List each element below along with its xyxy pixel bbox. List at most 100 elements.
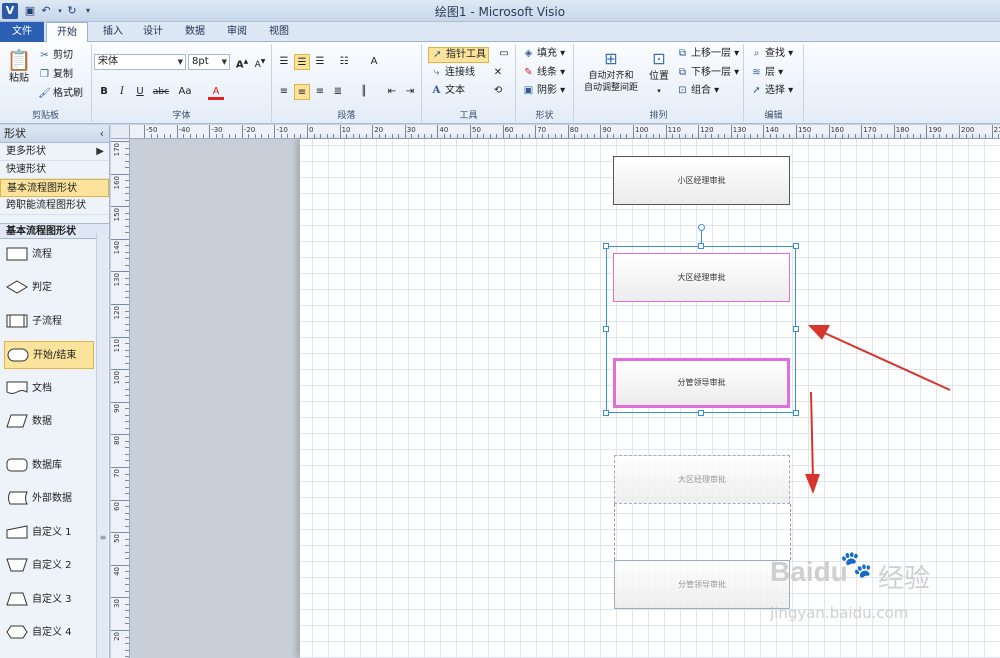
format-painter-button[interactable]: 🖌 格式刷 <box>38 87 83 101</box>
fill-button[interactable]: ◈ 填充 ▾ <box>522 47 566 61</box>
tab-data[interactable]: 数据 <box>178 22 212 42</box>
align-left-icon[interactable]: ≡ <box>276 84 292 100</box>
ruler-minor-tick <box>815 134 817 138</box>
ruler-minor-tick <box>724 134 726 138</box>
tab-view[interactable]: 视图 <box>262 22 296 42</box>
justify-icon[interactable]: ≣ <box>330 84 346 100</box>
strikethrough-button[interactable]: abc <box>150 84 172 100</box>
align-right-icon[interactable]: ≡ <box>312 84 328 100</box>
bring-forward-label: 上移一层 <box>691 48 731 59</box>
shape-data[interactable]: 数据 <box>4 408 94 436</box>
tab-file[interactable]: 文件 <box>0 22 44 42</box>
line-button[interactable]: ✎ 线条 ▾ <box>522 66 565 80</box>
text-tool-button[interactable]: A 文本 <box>430 84 465 98</box>
auto-align-button[interactable]: ⊞ 自动对齐和 自动调整间距 <box>578 48 644 94</box>
grow-font-icon[interactable]: A▲ <box>234 54 250 70</box>
tab-home[interactable]: 开始 <box>46 22 88 43</box>
bring-forward-button[interactable]: ⧉ 上移一层 ▾ <box>676 47 739 61</box>
align-center-icon[interactable]: ≡ <box>294 84 310 100</box>
text-rotate-icon[interactable]: A <box>366 54 382 70</box>
connector-button[interactable]: ⤷ 连接线 <box>430 66 475 80</box>
bold-button[interactable]: B <box>96 84 112 100</box>
change-case-button[interactable]: Aa <box>174 84 196 100</box>
shape-process[interactable]: 流程 <box>4 241 94 269</box>
ruler-minor-tick <box>685 134 687 138</box>
layer-button[interactable]: ≋ 层 ▾ <box>750 66 783 80</box>
ruler-tick <box>339 125 341 138</box>
tab-design[interactable]: 设计 <box>136 22 170 42</box>
group-icon: ⊡ <box>678 85 687 96</box>
cut-button[interactable]: ✂ 剪切 <box>38 49 73 63</box>
ruler-minor-tick <box>125 356 129 358</box>
send-backward-label: 下移一层 <box>691 67 731 78</box>
position-button[interactable]: ⊡ 位置 ▾ <box>646 48 672 98</box>
italic-button[interactable]: I <box>114 84 130 100</box>
basic-flowchart-stencil[interactable]: 基本流程图形状 <box>0 179 109 197</box>
shape-custom-2[interactable]: 自定义 2 <box>4 552 94 580</box>
flowchart-box[interactable]: 小区经理审批 <box>613 156 790 205</box>
shapes-pane-scrollbar[interactable]: ≡ <box>96 233 108 658</box>
font-color-button[interactable]: A <box>208 84 224 100</box>
tab-review[interactable]: 审阅 <box>220 22 254 42</box>
text-direction-icon[interactable]: ║ <box>356 84 372 100</box>
font-name-select[interactable]: 宋体 ▼ <box>94 54 186 70</box>
resize-handle[interactable] <box>793 243 799 249</box>
shadow-button[interactable]: ▣ 阴影 ▾ <box>522 84 565 98</box>
send-backward-button[interactable]: ⧉ 下移一层 ▾ <box>676 66 739 80</box>
shape-custom-1[interactable]: 自定义 1 <box>4 519 94 547</box>
shape-external-data[interactable]: 外部数据 <box>4 485 94 513</box>
flowchart-box[interactable]: 分管领导审批 <box>613 358 790 408</box>
connection-point-icon[interactable]: ⟲ <box>490 83 506 99</box>
process-shape-icon <box>6 247 28 261</box>
quick-shapes-item[interactable]: 快速形状 <box>0 161 109 179</box>
paste-button[interactable]: 📋 粘贴 <box>6 48 32 96</box>
shape-decision[interactable]: 判定 <box>4 274 94 302</box>
tab-insert[interactable]: 插入 <box>96 22 130 42</box>
align-top-icon[interactable]: ☰ <box>276 54 292 70</box>
copy-icon: ❐ <box>40 69 49 80</box>
shape-subprocess[interactable]: 子流程 <box>4 308 94 336</box>
shape-custom-3[interactable]: 自定义 3 <box>4 586 94 614</box>
collapse-pane-icon[interactable]: ‹ <box>100 125 104 143</box>
ruler-tick-label: 70 <box>113 469 121 478</box>
scroll-grip-icon[interactable]: ≡ <box>99 533 107 547</box>
bullets-icon[interactable]: ☷ <box>336 54 352 70</box>
more-shapes-menu[interactable]: 更多形状 ▶ <box>0 143 109 161</box>
position-label: 位置 <box>649 71 669 82</box>
find-button[interactable]: ⌕ 查找 ▾ <box>750 47 794 61</box>
ruler-minor-tick <box>300 134 302 138</box>
align-bottom-icon[interactable]: ☰ <box>312 54 328 70</box>
align-middle-icon[interactable]: ☰ <box>294 54 310 70</box>
shape-document[interactable]: 文档 <box>4 375 94 403</box>
resize-handle[interactable] <box>698 410 704 416</box>
cross-functional-stencil[interactable]: 跨职能流程图形状 <box>0 197 109 215</box>
flowchart-box-ghost[interactable]: 大区经理审批 <box>614 455 790 504</box>
rectangle-tool-icon[interactable]: ▭ <box>496 46 512 62</box>
ruler-tick-label: -10 <box>276 126 288 134</box>
flowchart-box[interactable]: 大区经理审批 <box>613 253 790 302</box>
group-button[interactable]: ⊡ 组合 ▾ <box>676 84 719 98</box>
resize-handle[interactable] <box>603 243 609 249</box>
resize-handle[interactable] <box>603 326 609 332</box>
shrink-font-icon[interactable]: A▼ <box>252 54 268 70</box>
resize-handle[interactable] <box>603 410 609 416</box>
decrease-indent-icon[interactable]: ⇤ <box>384 84 400 100</box>
shapes-pane: 形状 ‹ 更多形状 ▶ 快速形状 基本流程图形状 跨职能流程图形状 基本流程图形状… <box>0 125 110 658</box>
underline-button[interactable]: U <box>132 84 148 100</box>
format-painter-label: 格式刷 <box>53 88 83 99</box>
vertical-ruler: 170 160 150 140 130 120 110 100 90 80 70 60 50 40 30 20 <box>111 139 130 658</box>
shape-start-end[interactable]: 开始/结束 <box>4 341 94 369</box>
ruler-minor-tick <box>985 134 987 138</box>
font-group-label: 字体 <box>172 111 191 121</box>
shape-database[interactable]: 数据库 <box>4 452 94 480</box>
resize-handle[interactable] <box>698 243 704 249</box>
increase-indent-icon[interactable]: ⇥ <box>402 84 418 100</box>
font-size-select[interactable]: 8pt ▼ <box>188 54 230 70</box>
ruler-tick-label: 210 <box>993 126 1000 134</box>
copy-button[interactable]: ❐ 复制 <box>38 68 73 82</box>
shape-custom-4[interactable]: 自定义 4 <box>4 619 94 647</box>
close-icon[interactable]: ✕ <box>490 65 506 81</box>
pointer-tool-button[interactable]: ➚ 指针工具 <box>428 47 489 63</box>
select-button[interactable]: ➚ 选择 ▾ <box>750 84 793 98</box>
rotation-handle[interactable] <box>698 224 705 231</box>
